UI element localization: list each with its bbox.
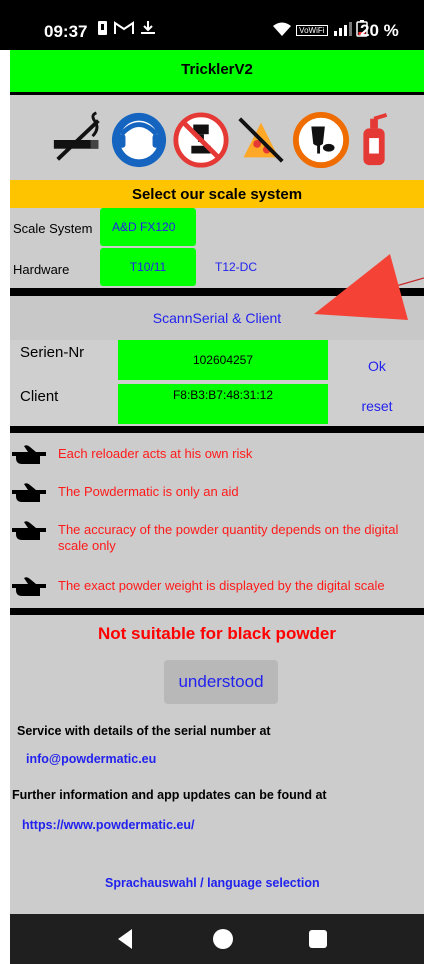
ear-protection-icon	[111, 112, 167, 168]
eye-protection-icon	[292, 111, 350, 169]
warning-text: Each reloader acts at his own risk	[58, 446, 253, 461]
language-selection-link[interactable]: Sprachauswahl / language selection	[105, 876, 320, 890]
app-title: TricklerV2	[181, 61, 253, 78]
warning-text: The Powdermatic is only an aid	[58, 484, 239, 499]
service-email-link[interactable]: info@powdermatic.eu	[26, 752, 156, 766]
pointing-hand-icon	[12, 577, 46, 596]
status-time: 09:37	[44, 22, 88, 41]
select-scale-header: Select our scale system	[10, 180, 424, 208]
black-powder-warning: Not suitable for black powder	[97, 624, 337, 643]
safety-icons-row	[10, 95, 424, 179]
warning-text: The exact powder weight is displayed by …	[58, 578, 385, 593]
scale-system-label: Scale System	[13, 221, 93, 236]
warning-text: The accuracy of the powder quantity depe…	[58, 522, 399, 553]
pointing-hand-icon	[12, 521, 46, 540]
system-nav-bar	[10, 914, 424, 964]
ok-button[interactable]: Ok	[330, 346, 424, 386]
gmail-icon	[114, 21, 135, 34]
serial-client-panel: Serien-Nr 102604257 Ok Client F8:B3:B7:4…	[10, 340, 424, 428]
further-info-text: Further information and app updates can …	[12, 788, 327, 802]
client-field[interactable]: F8:B3:B7:48:31:12	[118, 384, 328, 424]
website-link[interactable]: https://www.powdermatic.eu/	[22, 818, 194, 832]
status-left-icons	[95, 20, 157, 38]
signal-icon	[333, 22, 352, 36]
reset-button[interactable]: reset	[330, 386, 424, 426]
fire-extinguisher-icon	[363, 113, 388, 166]
select-scale-title: Select our scale system	[131, 186, 303, 203]
client-label: Client	[20, 388, 59, 405]
no-smoking-icon	[53, 111, 100, 161]
app-content: TricklerV2 Select our scale system Scale…	[10, 50, 424, 914]
wifi-icon	[273, 22, 291, 36]
red-arrow-annotation	[314, 254, 424, 320]
no-eating-icon	[238, 117, 284, 163]
status-right-icons: VoWiFi	[272, 20, 368, 39]
notification-icon	[98, 21, 107, 35]
home-icon[interactable]	[211, 927, 235, 951]
no-drinking-icon	[173, 112, 229, 168]
download-icon	[141, 21, 156, 34]
serial-number-field[interactable]: 102604257	[118, 340, 328, 380]
service-text: Service with details of the serial numbe…	[17, 724, 271, 738]
hardware-option-t12[interactable]: T12-DC	[215, 260, 257, 274]
back-icon[interactable]	[114, 927, 138, 951]
pointing-hand-icon	[12, 483, 46, 502]
divider	[10, 608, 424, 615]
recents-icon[interactable]	[306, 927, 330, 951]
hardware-option-t10[interactable]: T10/11	[100, 248, 196, 286]
hardware-label: Hardware	[13, 262, 70, 277]
scale-system-button[interactable]: A&D FX120	[100, 208, 196, 246]
volte-icon: VoWiFi	[296, 25, 328, 36]
pointing-hand-icon	[12, 445, 46, 464]
understood-button[interactable]: understood	[164, 660, 278, 704]
serial-label: Serien-Nr	[20, 344, 85, 361]
app-title-bar: TricklerV2	[10, 50, 424, 95]
battery-percent: 20 %	[360, 21, 399, 40]
status-bar: 09:37 VoWiFi 20 %	[0, 0, 424, 50]
divider	[10, 426, 424, 433]
